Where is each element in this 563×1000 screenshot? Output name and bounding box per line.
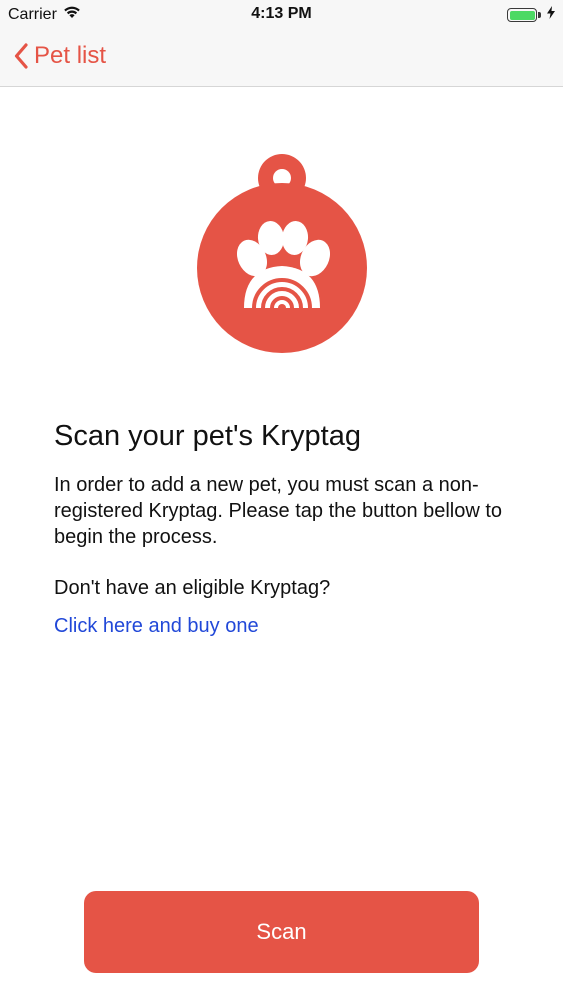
description-text: In order to add a new pet, you must scan… bbox=[54, 474, 503, 548]
screen: Carrier 4:13 PM Pet list Scan your pet's… bbox=[0, 0, 563, 1000]
charging-bolt-icon bbox=[547, 6, 555, 24]
status-bar: Carrier 4:13 PM bbox=[0, 0, 563, 30]
navigation-bar: Pet list bbox=[0, 30, 563, 87]
buy-kryptag-link[interactable]: Click here and buy one bbox=[54, 613, 259, 639]
battery-tip bbox=[538, 12, 541, 18]
scan-button[interactable]: Scan bbox=[84, 891, 479, 973]
battery-fill bbox=[509, 10, 535, 20]
status-time: 4:13 PM bbox=[251, 5, 312, 22]
paw-tag-icon bbox=[196, 150, 368, 355]
status-right bbox=[507, 6, 555, 24]
back-button[interactable]: Pet list bbox=[14, 42, 106, 70]
back-button-label: Pet list bbox=[34, 42, 107, 69]
question-text: Don't have an eligible Kryptag? bbox=[54, 577, 331, 599]
battery-icon bbox=[507, 8, 541, 22]
content: Scan your pet's Kryptag In order to add … bbox=[54, 418, 524, 639]
chevron-left-icon bbox=[14, 43, 28, 69]
page-title: Scan your pet's Kryptag bbox=[54, 420, 361, 452]
